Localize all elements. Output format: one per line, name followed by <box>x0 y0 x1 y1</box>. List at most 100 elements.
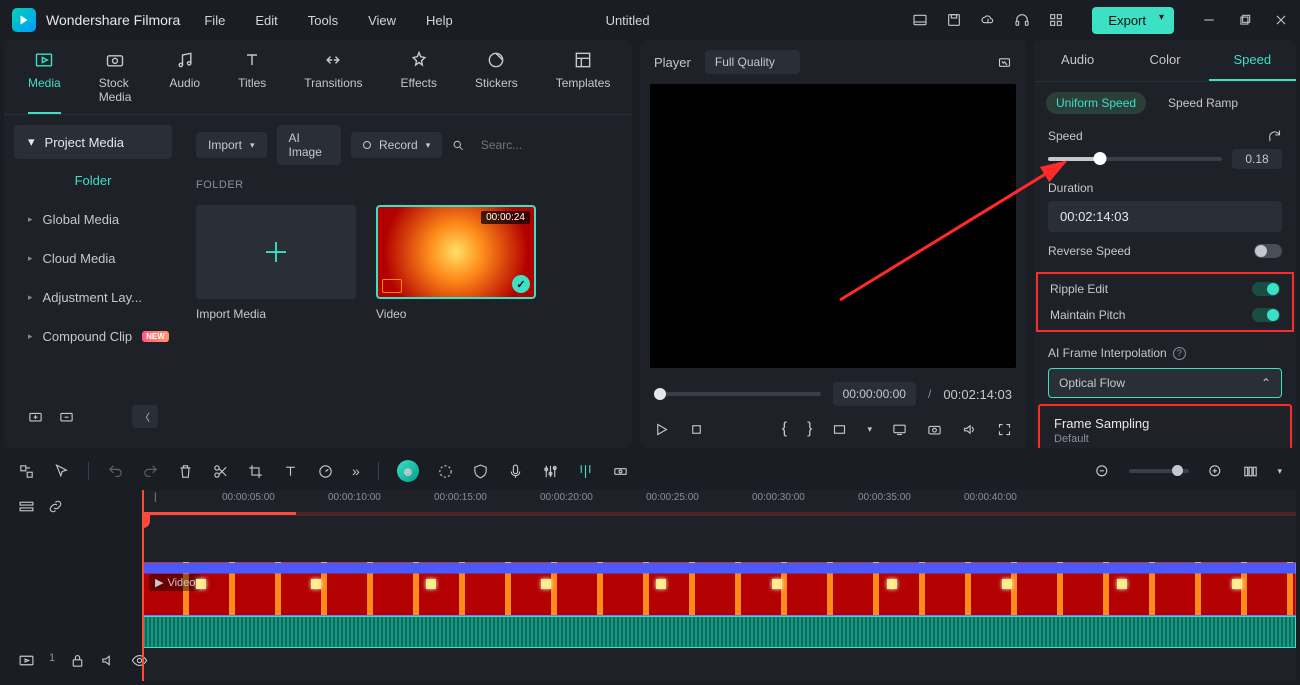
rtab-color[interactable]: Color <box>1121 40 1208 81</box>
export-button[interactable]: Export <box>1092 7 1174 34</box>
pitch-toggle[interactable] <box>1252 308 1280 322</box>
zoom-in-icon[interactable] <box>1207 463 1224 480</box>
color-tool-icon[interactable] <box>437 463 454 480</box>
import-dropdown[interactable]: Import▾ <box>196 132 267 158</box>
tab-stock-media[interactable]: Stock Media <box>99 50 132 114</box>
player-label: Player <box>654 55 691 70</box>
scrub-bar[interactable] <box>654 392 821 396</box>
more-tools-icon[interactable]: » <box>352 463 360 479</box>
ripple-label: Ripple Edit <box>1050 282 1108 296</box>
aspect-icon[interactable] <box>832 422 847 437</box>
rtab-audio[interactable]: Audio <box>1034 40 1121 81</box>
sidebar-cloud-media[interactable]: ▸Cloud Media <box>14 241 172 276</box>
shield-icon[interactable] <box>472 463 489 480</box>
reset-icon[interactable] <box>1267 128 1282 143</box>
zoom-fit-icon[interactable] <box>1242 463 1259 480</box>
capture-icon[interactable] <box>927 422 942 437</box>
tool-compound-icon[interactable] <box>18 463 35 480</box>
apps-icon[interactable] <box>1048 12 1064 28</box>
ripple-toggle[interactable] <box>1252 282 1280 296</box>
headphones-icon[interactable] <box>1014 12 1030 28</box>
menu-edit[interactable]: Edit <box>255 13 277 28</box>
tab-effects[interactable]: Effects <box>401 50 437 114</box>
video-track-icon[interactable] <box>18 652 35 669</box>
speed-label: Speed <box>1048 129 1083 143</box>
timeline-tracks[interactable]: | 00:00:05:00 00:00:10:00 00:00:15:00 00… <box>142 490 1296 681</box>
tab-media[interactable]: Media <box>28 50 61 114</box>
project-media-button[interactable]: ▾Project Media <box>14 125 172 159</box>
help-icon[interactable]: ? <box>1173 347 1186 360</box>
quality-select[interactable]: Full Quality <box>705 50 800 74</box>
redo-icon[interactable] <box>142 463 159 480</box>
undo-icon[interactable] <box>107 463 124 480</box>
speed-slider[interactable] <box>1048 157 1222 161</box>
tool-pointer-icon[interactable] <box>53 463 70 480</box>
menu-file[interactable]: File <box>204 13 225 28</box>
tab-stickers[interactable]: Stickers <box>475 50 518 114</box>
time-total: 00:02:14:03 <box>943 387 1012 402</box>
preview-viewport[interactable] <box>650 84 1016 368</box>
playhead[interactable] <box>142 490 144 681</box>
collapse-sidebar-button[interactable]: 〈 <box>132 405 158 428</box>
zoom-slider[interactable] <box>1129 469 1189 473</box>
interp-option-frame-sampling[interactable]: Frame SamplingDefault <box>1040 406 1290 448</box>
display-icon[interactable] <box>892 422 907 437</box>
visibility-icon[interactable] <box>131 652 148 669</box>
delete-icon[interactable] <box>177 463 194 480</box>
mark-in-icon[interactable]: { <box>782 420 787 438</box>
new-folder-icon[interactable] <box>28 409 43 424</box>
tab-templates[interactable]: Templates <box>556 50 611 114</box>
ai-image-button[interactable]: AI Image <box>277 125 341 165</box>
snapshot-mode-icon[interactable] <box>997 55 1012 70</box>
mixer-icon[interactable] <box>542 463 559 480</box>
fullscreen-icon[interactable] <box>997 422 1012 437</box>
menu-tools[interactable]: Tools <box>308 13 338 28</box>
mark-out-icon[interactable]: } <box>807 420 812 438</box>
cloud-icon[interactable] <box>980 12 996 28</box>
lock-icon[interactable] <box>69 652 86 669</box>
keyframe-tool-icon[interactable] <box>612 463 629 480</box>
sidebar-global-media[interactable]: ▸Global Media <box>14 202 172 237</box>
marker-tool-icon[interactable] <box>577 463 594 480</box>
sidebar-compound-clip[interactable]: ▸Compound ClipNEW <box>14 319 172 354</box>
minimize-icon[interactable] <box>1202 13 1216 27</box>
play-icon[interactable] <box>654 422 669 437</box>
sidebar-adjustment-layer[interactable]: ▸Adjustment Lay... <box>14 280 172 315</box>
maximize-icon[interactable] <box>1238 13 1252 27</box>
reverse-toggle[interactable] <box>1254 244 1282 258</box>
stop-icon[interactable] <box>689 422 704 437</box>
split-icon[interactable] <box>212 463 229 480</box>
volume-icon[interactable] <box>962 422 977 437</box>
mute-icon[interactable] <box>100 652 117 669</box>
video-clip[interactable]: ▶Video <box>142 562 1296 616</box>
folder-label[interactable]: Folder <box>14 163 172 198</box>
uniform-speed-tab[interactable]: Uniform Speed <box>1046 92 1146 114</box>
record-dropdown[interactable]: Record▾ <box>351 132 442 158</box>
track-add-icon[interactable] <box>18 498 35 515</box>
link-icon[interactable] <box>47 498 64 515</box>
speed-value[interactable]: 0.18 <box>1232 149 1282 169</box>
new-bin-icon[interactable] <box>59 409 74 424</box>
mic-icon[interactable] <box>507 463 524 480</box>
video-clip-tile[interactable]: 00:00:24 ✓ Video <box>376 205 536 321</box>
ai-face-icon[interactable]: ☻ <box>397 460 419 482</box>
layout-icon[interactable] <box>912 12 928 28</box>
zoom-out-icon[interactable] <box>1094 463 1111 480</box>
timeline-ruler[interactable]: | 00:00:05:00 00:00:10:00 00:00:15:00 00… <box>142 490 1296 516</box>
close-icon[interactable] <box>1274 13 1288 27</box>
interp-select[interactable]: Optical Flow⌃ <box>1048 368 1282 398</box>
audio-clip[interactable] <box>142 616 1296 648</box>
sticker-icon <box>486 50 506 70</box>
crop-icon[interactable] <box>247 463 264 480</box>
tab-titles[interactable]: Titles <box>238 50 266 114</box>
duration-value[interactable]: 00:02:14:03 <box>1048 201 1282 232</box>
tab-audio[interactable]: Audio <box>169 50 200 114</box>
tab-transitions[interactable]: Transitions <box>304 50 362 114</box>
speed-ramp-tab[interactable]: Speed Ramp <box>1158 92 1248 114</box>
search-input[interactable] <box>475 138 632 152</box>
save-icon[interactable] <box>946 12 962 28</box>
speed-tool-icon[interactable] <box>317 463 334 480</box>
text-tool-icon[interactable] <box>282 463 299 480</box>
import-media-tile[interactable]: Import Media <box>196 205 356 321</box>
rtab-speed[interactable]: Speed <box>1209 40 1296 81</box>
